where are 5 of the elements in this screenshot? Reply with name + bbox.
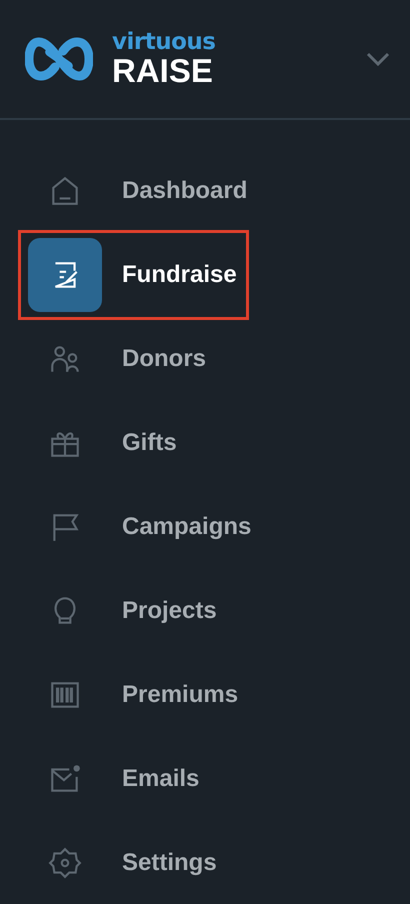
brand-name: virtuous — [112, 30, 216, 54]
chevron-button[interactable] — [366, 52, 390, 66]
nav-item[interactable]: Fundraise — [18, 230, 249, 320]
settings-icon — [48, 846, 82, 880]
product-name: RAISE — [112, 54, 214, 88]
